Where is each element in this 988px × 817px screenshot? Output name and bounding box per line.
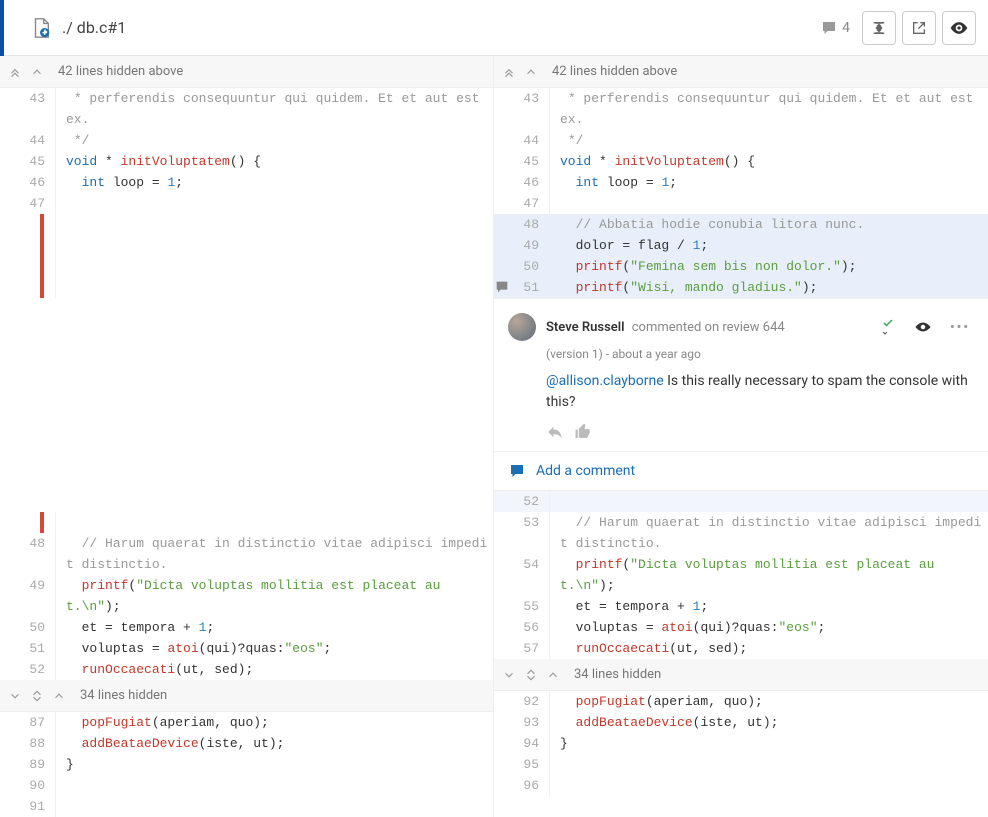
open-external-button[interactable] (902, 11, 936, 45)
line-number: 45 (0, 151, 56, 172)
line-number: 56 (494, 617, 550, 638)
comment-resolve-toggle[interactable] (880, 317, 896, 337)
deleted-region (0, 512, 493, 533)
line-number: 94 (494, 733, 550, 754)
diff-container-2: 48 // Harum quaerat in distinctio vitae … (0, 512, 988, 817)
fold-mid-right: 34 lines hidden (494, 659, 988, 691)
code-text: */ (66, 133, 89, 148)
line-number: 89 (0, 754, 56, 775)
line-number: 49 (0, 575, 56, 617)
expand-all-up-icon[interactable] (498, 61, 520, 83)
comment-icon (508, 462, 526, 480)
line-number: 55 (494, 596, 550, 617)
line-number: 46 (494, 172, 550, 193)
fold-above-left: 42 lines hidden above (0, 56, 493, 88)
comment-version: (version 1) - about a year ago (546, 347, 970, 361)
comment-count-value: 4 (842, 20, 850, 36)
fold-mid-left-label: 34 lines hidden (70, 688, 167, 703)
fold-above-right: 42 lines hidden above (494, 56, 988, 88)
expand-down-icon[interactable] (498, 664, 520, 686)
add-comment-button[interactable]: Add a comment (494, 452, 988, 491)
line-number: 52 (494, 491, 550, 512)
line-number: 48 (494, 214, 550, 235)
line-number: 54 (494, 554, 550, 596)
line-number: 47 (0, 193, 56, 214)
expand-all-up-icon[interactable] (4, 61, 26, 83)
review-comment: Steve Russell commented on review 644 ••… (494, 298, 988, 452)
code-text: * perferendis consequuntur qui quidem. E… (66, 91, 487, 127)
file-title: ./ db.c#1 (62, 18, 126, 37)
line-number: 48 (0, 533, 56, 575)
diff-container: 42 lines hidden above 43 * perferendis c… (0, 56, 988, 512)
brand-bar (0, 0, 4, 56)
comment-visibility-icon[interactable] (914, 318, 932, 336)
add-comment-label: Add a comment (536, 463, 635, 479)
comment-author: Steve Russell (546, 320, 625, 335)
fold-above-right-label: 42 lines hidden above (542, 64, 677, 79)
expand-both-icon[interactable] (520, 664, 542, 686)
line-number: 43 (0, 88, 56, 130)
expand-up-icon[interactable] (48, 685, 70, 707)
avatar (508, 313, 536, 341)
line-number: 96 (494, 775, 550, 796)
line-number: 95 (494, 754, 550, 775)
line-number: 49 (494, 235, 550, 256)
line-number: 53 (494, 512, 550, 554)
line-number: 50 (494, 256, 550, 277)
line-number: 43 (494, 88, 550, 130)
comment-more-icon[interactable]: ••• (950, 320, 970, 335)
comment-count[interactable]: 4 (820, 19, 850, 37)
fold-mid-right-label: 34 lines hidden (564, 667, 661, 682)
line-number: 45 (494, 151, 550, 172)
line-number: 52 (0, 659, 56, 680)
expand-up-icon[interactable] (26, 61, 48, 83)
fold-above-left-label: 42 lines hidden above (48, 64, 183, 79)
watch-button[interactable] (942, 11, 976, 45)
line-number: 92 (494, 691, 550, 712)
comment-body: @allison.clayborne Is this really necess… (546, 371, 970, 413)
expand-down-icon[interactable] (4, 685, 26, 707)
reply-icon[interactable] (546, 423, 564, 441)
fold-mid-left: 34 lines hidden (0, 680, 493, 712)
expand-both-icon[interactable] (26, 685, 48, 707)
file-diff-icon (30, 17, 52, 39)
line-number: 88 (0, 733, 56, 754)
line-number: 47 (494, 193, 550, 214)
line-number: 44 (494, 130, 550, 151)
deleted-region (0, 214, 493, 298)
line-number: 90 (0, 775, 56, 796)
comment-meta: commented on review 644 (629, 320, 785, 335)
line-number: 57 (494, 638, 550, 659)
collapse-button[interactable] (862, 11, 896, 45)
line-number: 93 (494, 712, 550, 733)
comment-mention[interactable]: @allison.clayborne (546, 373, 664, 389)
right-pane: 42 lines hidden above 43 * perferendis c… (494, 56, 988, 512)
expand-up-icon[interactable] (542, 664, 564, 686)
line-number: 44 (0, 130, 56, 151)
file-header: ./ db.c#1 4 (0, 0, 988, 56)
line-number: 87 (0, 712, 56, 733)
thumbs-up-icon[interactable] (574, 423, 592, 441)
left-pane: 42 lines hidden above 43 * perferendis c… (0, 56, 494, 512)
comment-icon (820, 19, 838, 37)
line-number: 91 (0, 796, 56, 817)
line-number: 51 (0, 638, 56, 659)
line-number: 50 (0, 617, 56, 638)
line-comment-icon[interactable] (494, 279, 512, 295)
expand-up-icon[interactable] (520, 61, 542, 83)
line-number: 46 (0, 172, 56, 193)
